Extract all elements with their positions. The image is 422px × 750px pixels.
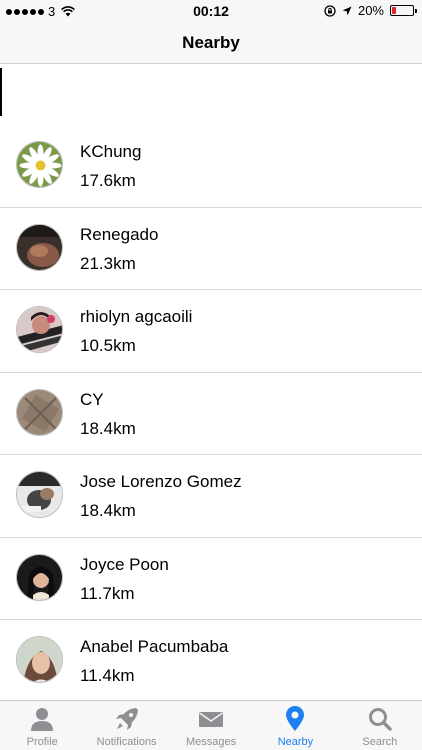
envelope-icon: [199, 712, 224, 727]
user-row[interactable]: Joyce Poon 11.7km: [0, 538, 422, 620]
user-distance: 10.5km: [80, 336, 136, 355]
tab-messages[interactable]: Messages: [169, 701, 253, 750]
text-entry-area[interactable]: [0, 65, 422, 125]
user-distance: 21.3km: [80, 253, 136, 273]
rotation-lock-icon: [324, 4, 336, 17]
user-distance: 18.4km: [80, 501, 136, 520]
user-distance: 17.6km: [80, 171, 136, 190]
user-distance: 11.7km: [80, 583, 135, 603]
user-name: Jose Lorenzo Gomez: [80, 472, 242, 491]
location-arrow-icon: [342, 6, 352, 15]
user-name: rhiolyn agcaoili: [80, 307, 193, 326]
nearby-user-list: KChung 17.6km Renegado 21.3km rhiolyn ag…: [0, 125, 422, 703]
battery-level: [392, 7, 397, 14]
tab-label: Notifications: [96, 736, 157, 748]
avatar: [16, 223, 63, 271]
avatar: [16, 636, 63, 683]
user-row[interactable]: CY 18.4km: [0, 373, 422, 455]
user-name: Anabel Pacumbaba: [80, 637, 229, 656]
avatar: [16, 306, 63, 353]
text-cursor: [0, 68, 2, 116]
tab-label: Search: [362, 736, 398, 748]
user-name: CY: [80, 389, 104, 409]
location-pin-icon: [286, 706, 305, 731]
person-icon: [31, 708, 54, 731]
tab-label: Profile: [26, 736, 58, 748]
user-name: Joyce Poon: [80, 554, 169, 574]
avatar: [16, 388, 63, 436]
user-row[interactable]: rhiolyn agcaoili 10.5km: [0, 290, 422, 373]
tab-notifications[interactable]: Notifications: [84, 701, 168, 750]
status-right: 20%: [324, 3, 417, 18]
user-distance: 11.4km: [80, 666, 135, 685]
rocket-icon: [115, 708, 138, 730]
user-name: KChung: [80, 142, 142, 161]
tab-label: Nearby: [277, 736, 314, 748]
page-title: Nearby: [182, 33, 240, 52]
user-row[interactable]: Renegado 21.3km: [0, 208, 422, 290]
tab-search[interactable]: Search: [338, 701, 422, 750]
battery-percent: 20%: [357, 3, 384, 18]
tab-label: Messages: [185, 736, 237, 748]
user-row[interactable]: KChung 17.6km: [0, 125, 422, 208]
navigation-bar: Nearby: [0, 22, 422, 64]
tab-nearby[interactable]: Nearby: [253, 701, 337, 750]
avatar: [16, 141, 63, 188]
tab-bar: Profile Notifications Messages Nearby Se…: [0, 700, 422, 750]
user-row[interactable]: Jose Lorenzo Gomez 18.4km: [0, 455, 422, 538]
status-bar: 3 00:12 20%: [0, 0, 422, 22]
avatar: [16, 471, 63, 518]
avatar: [16, 553, 63, 601]
user-name: Renegado: [80, 224, 159, 244]
tab-profile[interactable]: Profile: [0, 701, 84, 750]
magnifier-icon: [368, 708, 392, 731]
user-distance: 18.4km: [80, 418, 136, 438]
battery-icon: [390, 5, 417, 16]
user-row[interactable]: Anabel Pacumbaba 11.4km: [0, 620, 422, 703]
